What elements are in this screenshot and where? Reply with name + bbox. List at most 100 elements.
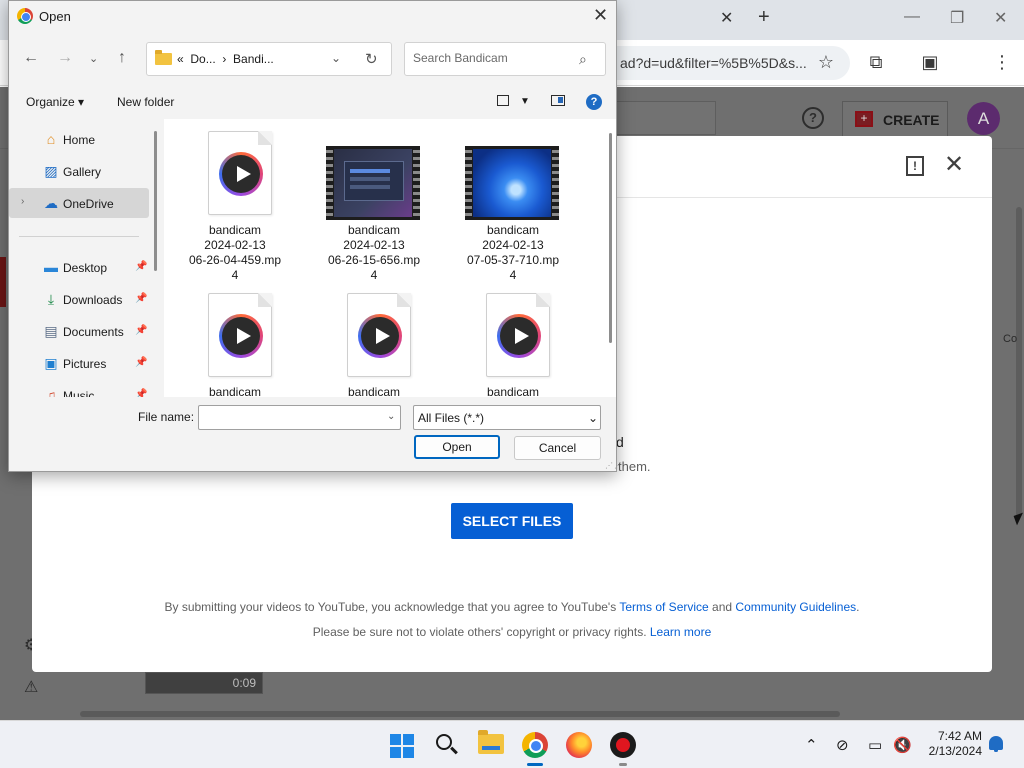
dialog-search[interactable]: ⌕: [404, 42, 606, 76]
file-item[interactable]: bandicam: [310, 281, 438, 397]
command-bar: Organize ▾ New folder ▼ ?: [9, 87, 616, 117]
cloud-icon: ☁: [44, 195, 58, 211]
restore-icon[interactable]: ❐: [950, 8, 964, 28]
file-type-select[interactable]: All Files (*.*) ⌄: [413, 405, 601, 430]
network-offline-icon[interactable]: ⊘: [836, 736, 849, 754]
bandicam-icon[interactable]: [610, 732, 636, 758]
play-icon: [219, 152, 263, 196]
file-name: bandicam: [208, 385, 262, 397]
dialog-help-icon[interactable]: ?: [586, 94, 602, 110]
music-icon: ♫: [45, 387, 57, 397]
breadcrumb-bandicam[interactable]: Bandi...: [233, 52, 274, 66]
file-item[interactable]: bandicam: [171, 281, 299, 397]
sidebar-item-documents[interactable]: ▤ Documents 📌: [9, 316, 149, 346]
notification-bell-icon[interactable]: [989, 736, 1003, 752]
display-icon[interactable]: ▭: [868, 736, 882, 754]
channel-avatar[interactable]: A: [967, 102, 1000, 135]
learn-more-link[interactable]: Learn more: [650, 625, 711, 639]
new-folder-button[interactable]: New folder: [117, 95, 174, 109]
nav-divider: [19, 236, 139, 237]
sidebar-item-downloads[interactable]: ⤓ Downloads 📌: [9, 284, 149, 314]
show-hidden-icons-chevron-icon[interactable]: ⌃: [805, 736, 818, 754]
window-close-icon[interactable]: ✕: [994, 8, 1007, 28]
file-item[interactable]: bandicam: [449, 281, 577, 397]
view-dropdown-icon[interactable]: ▼: [520, 96, 530, 107]
system-clock[interactable]: 7:42 AM 2/13/2024: [920, 729, 982, 759]
create-button[interactable]: + CREATE: [842, 101, 948, 137]
clock-time: 7:42 AM: [937, 729, 982, 743]
terms-of-service-link[interactable]: Terms of Service: [619, 600, 708, 614]
modal-close-icon[interactable]: ✕: [944, 152, 964, 178]
nav-scrollbar[interactable]: [154, 131, 157, 271]
side-panel-icon[interactable]: ▣: [916, 48, 944, 76]
video-file-icon: [347, 293, 411, 377]
video-file-icon: [208, 131, 272, 215]
taskbar-search-icon[interactable]: [436, 734, 458, 756]
recent-locations-chevron-icon[interactable]: ⌄: [89, 52, 98, 65]
breadcrumb-documents[interactable]: Do...: [190, 52, 215, 66]
organize-button[interactable]: Organize ▾: [26, 95, 84, 109]
firefox-icon[interactable]: [566, 732, 592, 758]
tab-close-icon[interactable]: ✕: [720, 8, 733, 28]
breadcrumb[interactable]: « Do... › Bandi... ⌄ ↻: [146, 42, 392, 76]
volume-muted-icon[interactable]: 🔇: [893, 736, 912, 754]
cancel-button[interactable]: Cancel: [514, 436, 601, 460]
help-icon[interactable]: ?: [802, 107, 824, 129]
search-input[interactable]: [413, 51, 573, 65]
forward-arrow-icon[interactable]: →: [57, 49, 73, 67]
file-item[interactable]: bandicam 2024-02-13 07-05-37-710.mp 4: [449, 119, 577, 282]
sidebar-item-onedrive[interactable]: › ☁ OneDrive: [9, 188, 149, 218]
chrome-taskbar-icon[interactable]: [522, 732, 548, 758]
dialog-close-icon[interactable]: ✕: [593, 5, 608, 25]
file-name-input[interactable]: [203, 410, 378, 424]
chrome-icon: [17, 8, 33, 24]
create-video-icon: +: [855, 111, 873, 127]
back-arrow-icon[interactable]: ←: [23, 49, 39, 67]
bookmark-star-icon[interactable]: ☆: [812, 48, 840, 76]
sidebar-item-home[interactable]: ⌂ Home: [9, 124, 149, 154]
resize-grip-icon[interactable]: ⋰⋰: [605, 461, 623, 470]
feedback-icon[interactable]: !: [906, 156, 924, 176]
new-tab-icon[interactable]: +: [758, 6, 770, 29]
terms-prefix: By submitting your videos to YouTube, yo…: [164, 600, 617, 614]
extensions-icon[interactable]: ⧉: [862, 48, 890, 76]
sidebar-item-music[interactable]: ♫ Music 📌: [9, 380, 149, 397]
rights-text: Please be sure not to violate others' co…: [312, 625, 647, 639]
file-name-history-chevron-icon[interactable]: ⌄: [387, 411, 395, 422]
file-list-scrollbar[interactable]: [609, 133, 612, 343]
open-button[interactable]: Open: [414, 435, 500, 459]
sidebar-item-pictures[interactable]: ▣ Pictures 📌: [9, 348, 149, 378]
preview-pane-icon[interactable]: [551, 95, 565, 106]
select-files-button[interactable]: SELECT FILES: [451, 503, 573, 539]
video-thumbnail[interactable]: 0:09: [145, 672, 263, 694]
address-dropdown-chevron-icon[interactable]: ⌄: [331, 51, 341, 65]
start-windows-icon[interactable]: [390, 734, 414, 758]
vertical-scrollbar[interactable]: [1016, 207, 1022, 517]
file-name-field[interactable]: ⌄: [198, 405, 401, 430]
file-item[interactable]: bandicam 2024-02-13 06-26-04-459.mp 4: [171, 119, 299, 282]
minimize-icon[interactable]: —: [904, 8, 920, 26]
file-explorer-icon[interactable]: [478, 730, 504, 754]
sidebar-accent: [0, 257, 6, 307]
breadcrumb-overflow[interactable]: «: [177, 52, 184, 66]
file-list: bandicam 2024-02-13 06-26-04-459.mp 4 bandi…: [164, 119, 616, 397]
community-guidelines-link[interactable]: Community Guidelines: [735, 600, 856, 614]
desktop-icon: ▬: [44, 259, 58, 275]
view-mode-icon[interactable]: [497, 95, 509, 106]
pictures-icon: ▣: [44, 355, 58, 371]
expand-chevron-icon[interactable]: ›: [21, 196, 24, 207]
column-header-fragment: Co: [1003, 333, 1018, 345]
feedback-side-icon[interactable]: ⚠: [24, 677, 38, 697]
horizontal-scrollbar[interactable]: [80, 711, 840, 717]
refresh-icon[interactable]: ↻: [365, 50, 378, 68]
video-thumbnail-icon: [465, 146, 559, 220]
up-arrow-icon[interactable]: ↑: [118, 49, 126, 67]
active-indicator: [527, 763, 543, 766]
file-item[interactable]: bandicam 2024-02-13 06-26-15-656.mp 4: [310, 119, 438, 282]
sidebar-item-desktop[interactable]: ▬ Desktop 📌: [9, 252, 149, 282]
sidebar-item-label: Documents: [63, 325, 124, 339]
terms-notice: By submitting your videos to YouTube, yo…: [32, 600, 992, 614]
create-label: CREATE: [883, 112, 940, 128]
sidebar-item-gallery[interactable]: ▨ Gallery: [9, 156, 149, 186]
menu-dots-icon[interactable]: ⋮: [988, 48, 1016, 76]
